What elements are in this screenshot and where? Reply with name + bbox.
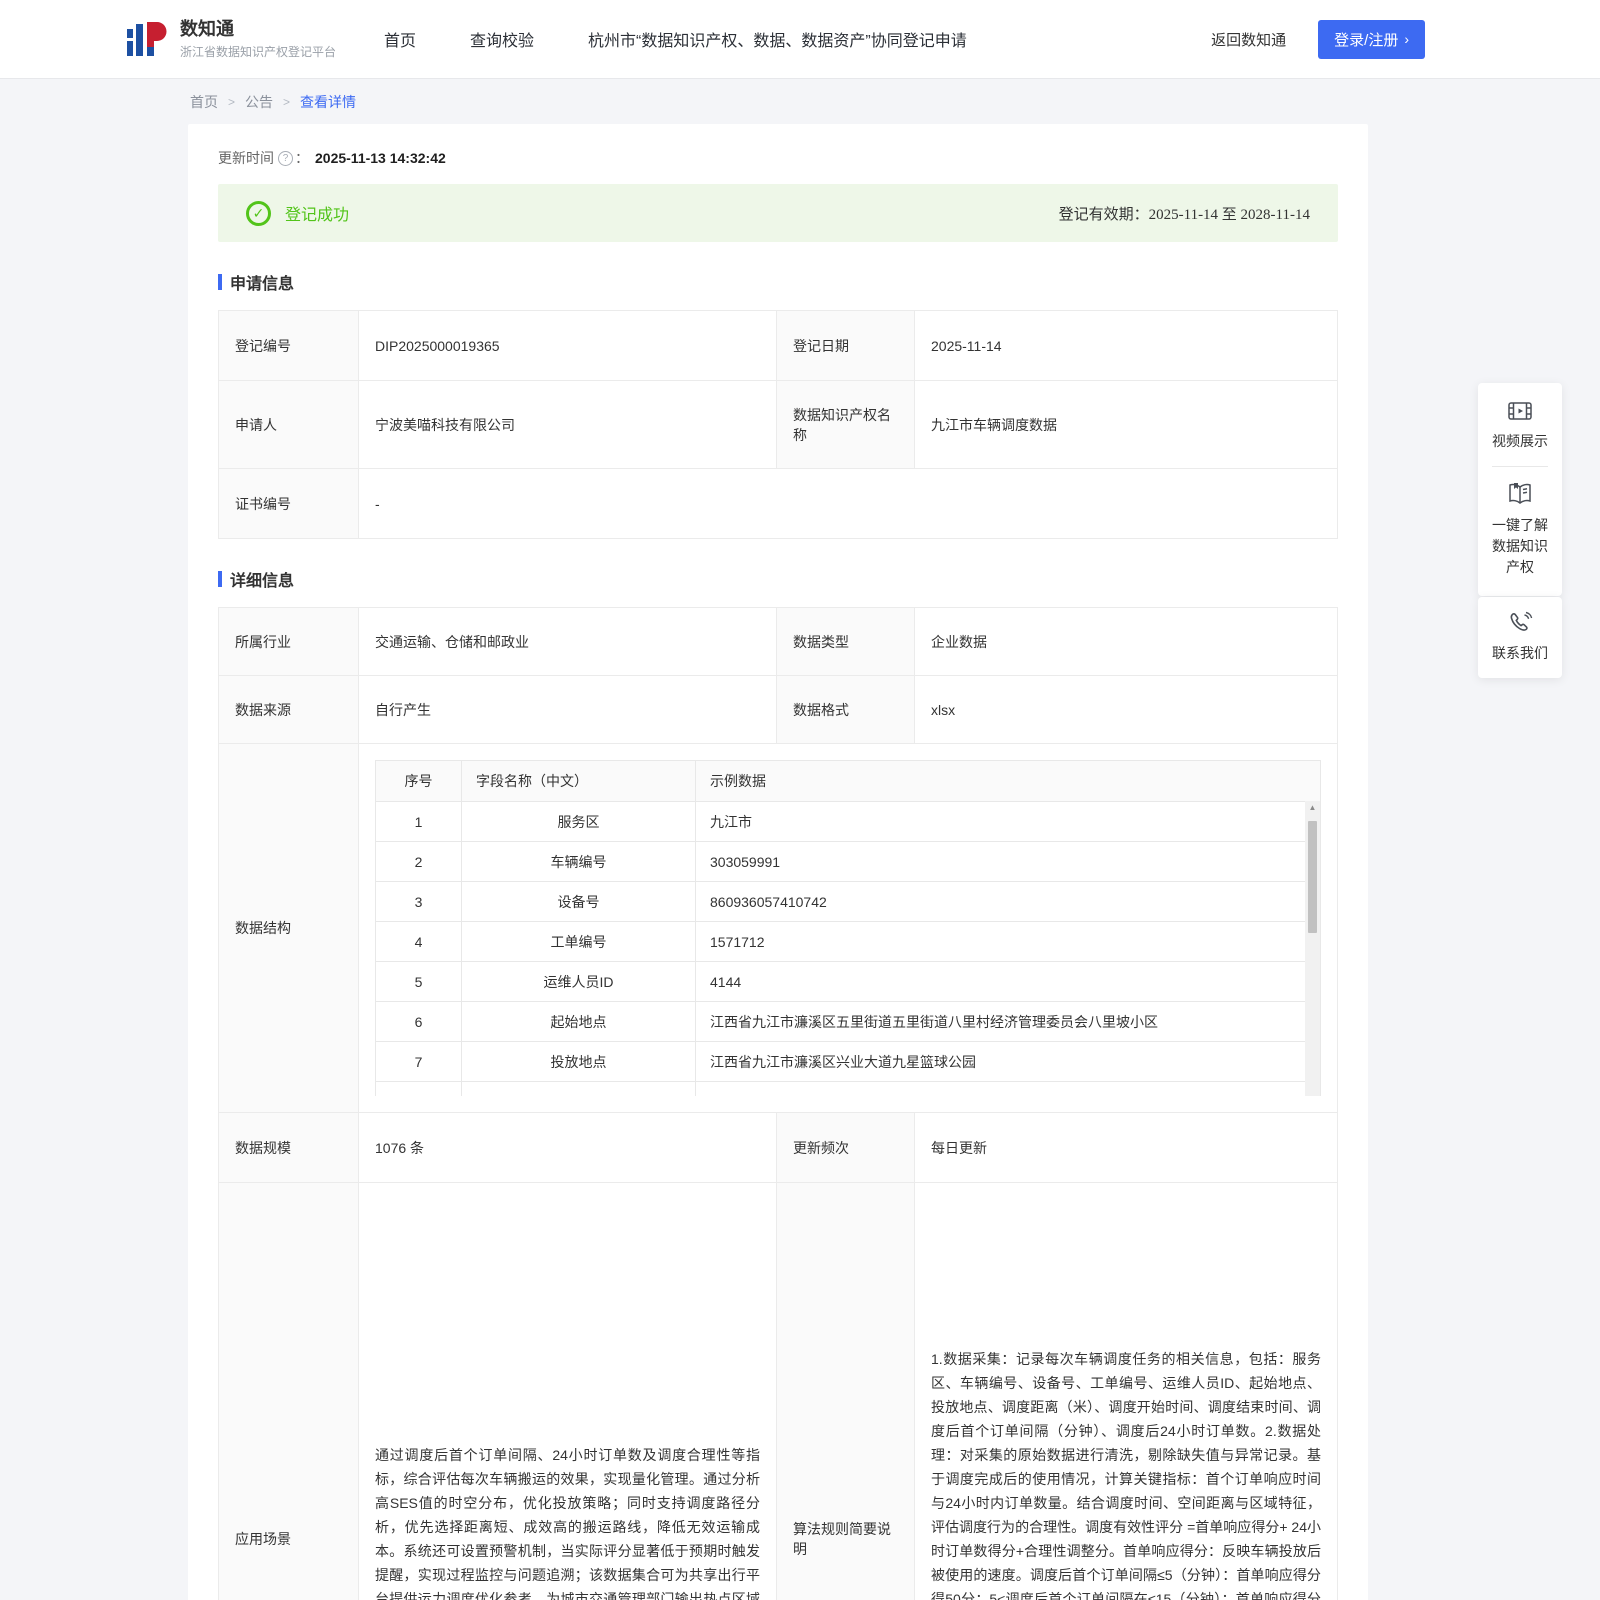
update-freq-value: 每日更新 bbox=[915, 1113, 1338, 1183]
data-structure-scroll-area[interactable]: 序号 字段名称（中文） 示例数据 1 服务区 九江市 2 车辆编号 30 bbox=[375, 760, 1321, 1096]
update-time-label: 更新时间 bbox=[218, 148, 274, 168]
table-row: 5 运维人员ID 4144 bbox=[376, 962, 1321, 1002]
login-register-button[interactable]: 登录/注册 › bbox=[1318, 20, 1425, 59]
nav-item-home[interactable]: 首页 bbox=[384, 27, 416, 51]
breadcrumb-home[interactable]: 首页 bbox=[190, 92, 218, 112]
data-source-label: 数据来源 bbox=[219, 676, 359, 744]
application-scenario-text: 通过调度后首个订单间隔、24小时订单数及调度合理性等指标，综合评估每次车辆搬运的… bbox=[375, 1443, 760, 1600]
application-scenario-cell: 通过调度后首个订单间隔、24小时订单数及调度合理性等指标，综合评估每次车辆搬运的… bbox=[359, 1183, 777, 1600]
update-freq-label: 更新频次 bbox=[777, 1113, 915, 1183]
data-structure-table: 序号 字段名称（中文） 示例数据 1 服务区 九江市 2 车辆编号 30 bbox=[375, 760, 1321, 1096]
algorithm-rules-cell: 1.数据采集：记录每次车辆调度任务的相关信息，包括：服务区、车辆编号、设备号、工… bbox=[915, 1183, 1338, 1600]
reg-no-value: DIP2025000019365 bbox=[359, 311, 777, 381]
table-row: 4 工单编号 1571712 bbox=[376, 922, 1321, 962]
logo-subtitle: 浙江省数据知识产权登记平台 bbox=[180, 43, 336, 60]
table-row: 3 设备号 860936057410742 bbox=[376, 882, 1321, 922]
top-header: 数知通 浙江省数据知识产权登记平台 首页 查询校验 杭州市“数据知识产权、数据、… bbox=[0, 0, 1600, 78]
site-logo[interactable]: 数知通 浙江省数据知识产权登记平台 bbox=[124, 17, 336, 61]
one-click-guide-label: 一键了解数据知识产权 bbox=[1486, 515, 1554, 578]
table-row: 6 起始地点 江西省九江市濂溪区五里街道五里街道八里村经济管理委员会八里坡小区 bbox=[376, 1002, 1321, 1042]
logo-title: 数知通 bbox=[180, 18, 336, 40]
breadcrumb-current[interactable]: 查看详情 bbox=[300, 92, 356, 112]
table-row: 1 服务区 九江市 bbox=[376, 802, 1321, 842]
data-scale-label: 数据规模 bbox=[219, 1113, 359, 1183]
application-scenario-label: 应用场景 bbox=[219, 1183, 359, 1600]
registration-success-banner: ✓ 登记成功 登记有效期：2025-11-14 至 2028-11-14 bbox=[218, 184, 1338, 242]
data-type-value: 企业数据 bbox=[915, 608, 1338, 676]
cert-no-label: 证书编号 bbox=[219, 469, 359, 539]
breadcrumb-announcement[interactable]: 公告 bbox=[245, 92, 273, 112]
chevron-right-icon: › bbox=[1404, 32, 1409, 46]
detail-info-table: 所属行业 交通运输、仓储和邮政业 数据类型 企业数据 数据来源 自行产生 数据格… bbox=[218, 607, 1338, 1600]
algorithm-rules-text: 1.数据采集：记录每次车辆调度任务的相关信息，包括：服务区、车辆编号、设备号、工… bbox=[931, 1347, 1321, 1600]
ds-header-seq: 序号 bbox=[376, 761, 462, 802]
applicant-label: 申请人 bbox=[219, 381, 359, 469]
update-time-row: 更新时间 ? ： 2025-11-13 14:32:42 bbox=[218, 148, 1338, 168]
one-click-guide-button[interactable]: 一键了解数据知识产权 bbox=[1486, 481, 1554, 578]
nav-item-hangzhou-registration[interactable]: 杭州市“数据知识产权、数据、数据资产”协同登记申请 bbox=[588, 27, 967, 51]
breadcrumb-separator: > bbox=[283, 95, 290, 109]
algorithm-rules-label: 算法规则简要说明 bbox=[777, 1183, 915, 1600]
back-to-shuzhitong-link[interactable]: 返回数知通 bbox=[1211, 29, 1286, 50]
validity-value: 2025-11-14 至 2028-11-14 bbox=[1149, 207, 1310, 223]
reg-date-value: 2025-11-14 bbox=[915, 311, 1338, 381]
status-text: 登记成功 bbox=[285, 201, 349, 225]
data-type-label: 数据类型 bbox=[777, 608, 915, 676]
ds-header-field-name: 字段名称（中文） bbox=[462, 761, 696, 802]
breadcrumb: 首页 > 公告 > 查看详情 bbox=[190, 92, 1600, 112]
contact-us-label: 联系我们 bbox=[1486, 643, 1554, 664]
industry-value: 交通运输、仓储和邮政业 bbox=[359, 608, 777, 676]
detail-card: 更新时间 ? ： 2025-11-13 14:32:42 ✓ 登记成功 登记有效… bbox=[188, 124, 1368, 1600]
ds-header-sample: 示例数据 bbox=[696, 761, 1321, 802]
update-time-value: 2025-11-13 14:32:42 bbox=[315, 150, 446, 166]
help-question-icon[interactable]: ? bbox=[278, 151, 293, 166]
reg-no-label: 登记编号 bbox=[219, 311, 359, 381]
main-nav: 首页 查询校验 杭州市“数据知识产权、数据、数据资产”协同登记申请 bbox=[384, 27, 967, 51]
dip-name-label: 数据知识产权名称 bbox=[777, 381, 915, 469]
section-title-detail-info: 详细信息 bbox=[218, 567, 1338, 591]
table-row: 2 车辆编号 303059991 bbox=[376, 842, 1321, 882]
video-show-label: 视频展示 bbox=[1486, 431, 1554, 452]
data-source-value: 自行产生 bbox=[359, 676, 777, 744]
book-icon bbox=[1506, 481, 1534, 507]
dip-name-value: 九江市车辆调度数据 bbox=[915, 381, 1338, 469]
vertical-scrollbar[interactable]: ▲ bbox=[1305, 801, 1320, 1096]
data-scale-value: 1076 条 bbox=[359, 1113, 777, 1183]
data-structure-cell: 序号 字段名称（中文） 示例数据 1 服务区 九江市 2 车辆编号 30 bbox=[359, 744, 1338, 1113]
applicant-value: 宁波美喵科技有限公司 bbox=[359, 381, 777, 469]
logo-icon bbox=[124, 17, 168, 61]
floating-panel-contact: 联系我们 bbox=[1478, 597, 1562, 678]
data-format-value: xlsx bbox=[915, 676, 1338, 744]
application-info-table: 登记编号 DIP2025000019365 登记日期 2025-11-14 申请… bbox=[218, 310, 1338, 539]
check-circle-icon: ✓ bbox=[246, 201, 271, 226]
divider bbox=[1492, 466, 1548, 467]
phone-icon bbox=[1507, 611, 1533, 635]
scrollbar-up-arrow[interactable]: ▲ bbox=[1305, 801, 1320, 815]
reg-date-label: 登记日期 bbox=[777, 311, 915, 381]
floating-panel-top: 视频展示 一键了解数据知识产权 bbox=[1478, 383, 1562, 596]
validity-label: 登记有效期： bbox=[1059, 207, 1149, 223]
table-row bbox=[376, 1082, 1321, 1097]
nav-item-query-verify[interactable]: 查询校验 bbox=[470, 27, 534, 51]
video-show-button[interactable]: 视频展示 bbox=[1486, 399, 1554, 452]
data-format-label: 数据格式 bbox=[777, 676, 915, 744]
data-structure-label: 数据结构 bbox=[219, 744, 359, 1113]
cert-no-value: - bbox=[359, 469, 1338, 539]
video-icon bbox=[1507, 399, 1533, 423]
table-row: 7 投放地点 江西省九江市濂溪区兴业大道九星篮球公园 bbox=[376, 1042, 1321, 1082]
contact-us-button[interactable]: 联系我们 bbox=[1486, 611, 1554, 664]
scrollbar-thumb[interactable] bbox=[1308, 821, 1317, 933]
section-title-application-info: 申请信息 bbox=[218, 270, 1338, 294]
industry-label: 所属行业 bbox=[219, 608, 359, 676]
breadcrumb-separator: > bbox=[228, 95, 235, 109]
